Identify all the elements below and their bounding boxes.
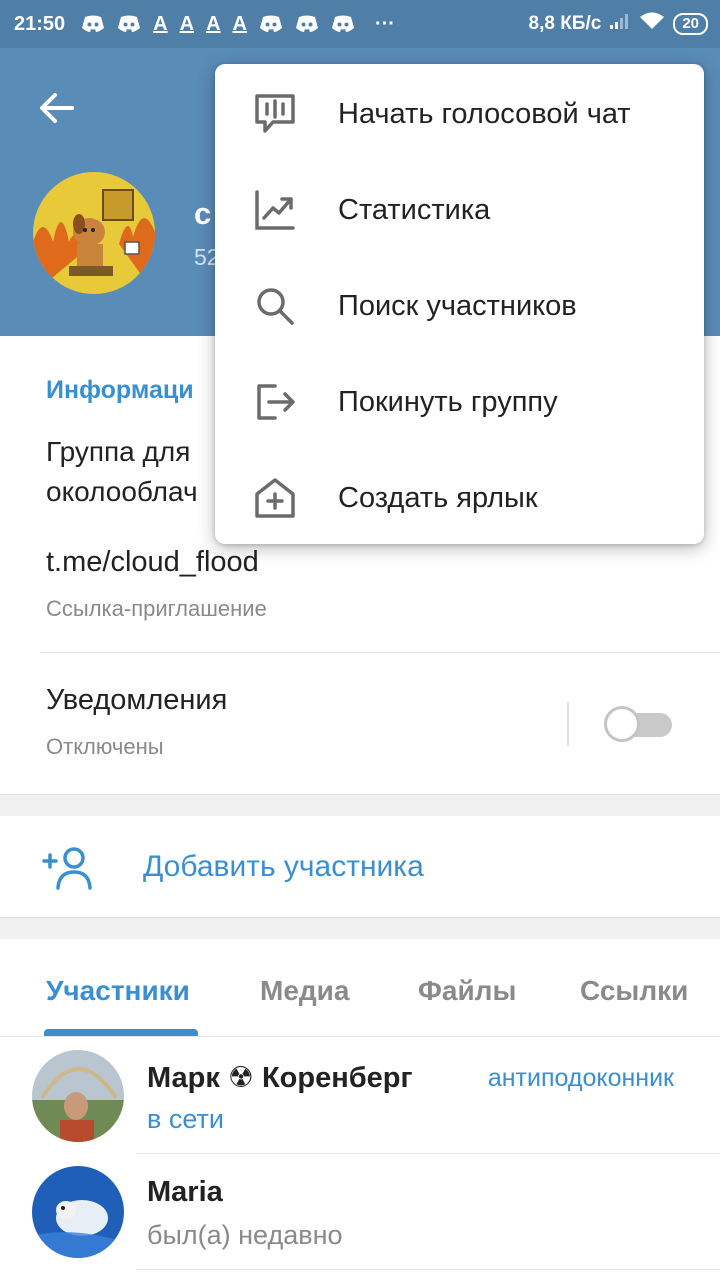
avatar: [32, 1050, 124, 1142]
search-icon: [257, 288, 294, 325]
tab-media[interactable]: Медиа: [260, 975, 349, 1007]
member-status: в сети: [147, 1104, 224, 1134]
network-speed: 8,8 КБ/с: [528, 13, 602, 34]
wifi-icon: [639, 11, 665, 37]
member-role: антиподоконник: [487, 1064, 674, 1092]
menu-item-label: Статистика: [338, 194, 491, 226]
discord-icon: [295, 14, 319, 34]
status-right: 8,8 КБ/с 20: [529, 0, 708, 48]
section-spacer: [0, 794, 720, 816]
menu-item-statistics[interactable]: Статистика: [215, 162, 704, 258]
member-name: Марк ☢ Коренберг: [147, 1062, 413, 1094]
statistics-icon: [255, 190, 295, 230]
signal-icon: [609, 12, 631, 36]
divider: [40, 652, 720, 653]
text-a-icon: A: [179, 12, 195, 35]
tab-indicator: [44, 1029, 198, 1036]
notifications-status: Отключены: [46, 734, 164, 759]
add-member-label: Добавить участника: [143, 850, 424, 883]
discord-icon: [117, 14, 141, 34]
menu-item-label: Создать ярлык: [338, 482, 538, 514]
invite-link-caption: Ссылка-приглашение: [46, 596, 267, 621]
media-tabs: Участники Медиа Файлы Ссылки: [0, 939, 720, 1037]
menu-item-label: Покинуть группу: [338, 386, 558, 418]
member-name: Maria: [147, 1176, 223, 1208]
shortcut-icon: [255, 478, 295, 518]
member-status: был(а) недавно: [147, 1220, 343, 1250]
back-button[interactable]: [32, 84, 80, 132]
member-row[interactable]: Maria был(а) недавно: [0, 1154, 720, 1270]
member-row[interactable]: Марк ☢ Коренберг антиподоконник в сети: [0, 1038, 720, 1154]
divider: [567, 702, 569, 746]
status-time: 21:50: [14, 12, 66, 35]
menu-item-voice-chat[interactable]: Начать голосовой чат: [215, 66, 704, 162]
group-avatar[interactable]: [33, 172, 155, 294]
avatar: [32, 1166, 124, 1258]
tab-members[interactable]: Участники: [46, 975, 190, 1007]
toggle-knob: [604, 706, 640, 742]
text-a-icon: A: [232, 12, 247, 35]
tab-files[interactable]: Файлы: [418, 975, 516, 1007]
notification-icons: A A A A ···: [81, 13, 395, 36]
menu-item-search-members[interactable]: Поиск участников: [215, 258, 704, 354]
section-spacer: [0, 917, 720, 939]
voice-chat-icon: [255, 94, 295, 133]
discord-icon: [81, 14, 105, 34]
add-member-button[interactable]: Добавить участника: [0, 816, 720, 917]
discord-icon: [331, 14, 355, 34]
menu-item-label: Начать голосовой чат: [338, 98, 631, 130]
tab-links[interactable]: Ссылки: [580, 975, 688, 1007]
menu-item-label: Поиск участников: [338, 290, 577, 322]
discord-icon: [259, 14, 283, 34]
notifications-toggle[interactable]: [604, 706, 672, 742]
info-section-title: Информаци: [46, 376, 194, 404]
group-title: c: [194, 196, 212, 231]
menu-item-leave-group[interactable]: Покинуть группу: [215, 354, 704, 450]
notifications-label[interactable]: Уведомления: [46, 684, 227, 717]
leave-icon: [257, 384, 295, 420]
menu-item-create-shortcut[interactable]: Создать ярлык: [215, 450, 704, 546]
text-a-icon: A: [206, 12, 221, 35]
add-user-icon: [42, 847, 92, 890]
divider: [136, 1269, 720, 1270]
back-arrow-icon: [40, 93, 74, 123]
text-a-icon: A: [153, 12, 168, 35]
battery-indicator: 20: [673, 13, 708, 35]
status-bar: 21:50 A A A A ··· 8,8 КБ/с 20: [0, 0, 720, 48]
overflow-menu: Начать голосовой чат Статистика Поиск уч…: [215, 64, 704, 544]
more-notifications-icon: ···: [374, 12, 395, 35]
invite-link[interactable]: t.me/cloud_flood: [46, 546, 259, 579]
